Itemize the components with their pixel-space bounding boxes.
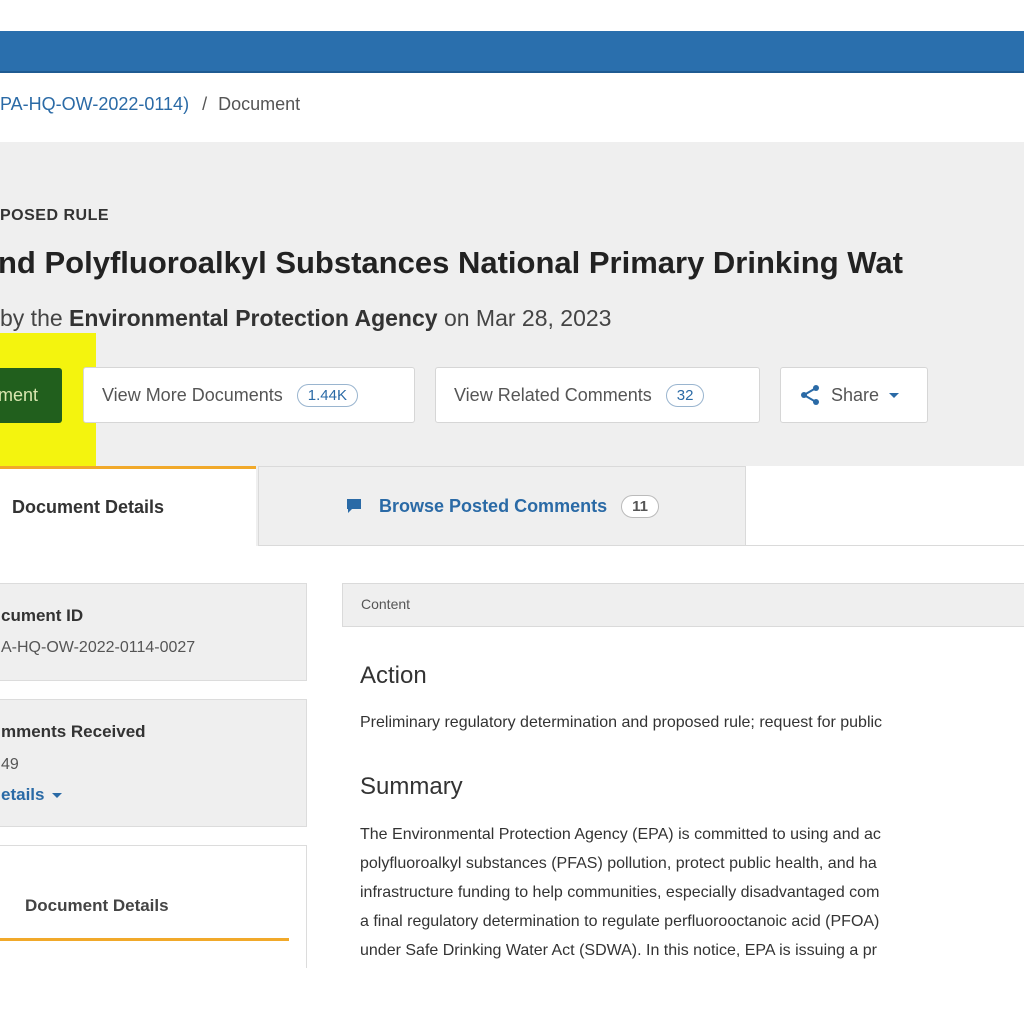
content-panel-header: Content [342,583,1024,627]
top-navigation-bar [0,31,1024,73]
action-heading: Action [360,662,427,689]
summary-heading: Summary [360,773,463,800]
document-id-value: A-HQ-OW-2022-0114-0027 [1,639,196,656]
agency-name: Environmental Protection Agency [69,305,438,331]
document-byline: by the Environmental Protection Agency o… [0,305,611,332]
byline-prefix: by the [0,305,63,331]
active-tab-pointer [62,533,90,547]
summary-paragraph: The Environmental Protection Agency (EPA… [360,820,881,965]
bottom-crop-area [0,968,1024,1024]
tab-document-details-label: Document Details [12,497,165,517]
comment-icon [345,497,363,515]
related-comments-count-badge: 32 [665,383,705,407]
byline-on: on [443,305,470,331]
posted-comments-count-badge: 11 [621,494,659,518]
comments-received-label: mments Received [1,722,146,741]
summary-line: polyfluoroalkyl substances (PFAS) pollut… [360,855,877,872]
tab-browse-posted-comments[interactable]: Browse Posted Comments 11 [258,466,746,546]
content-header-label: Content [361,596,411,612]
summary-line: infrastructure funding to help communiti… [360,884,880,901]
document-type-label: POSED RULE [0,207,110,224]
page-title: nd Polyfluoroalkyl Substances National P… [0,245,903,280]
breadcrumb-current: Document [218,94,301,114]
tab-bar-empty-area [746,466,1024,546]
comment-button-label: ment [0,385,39,405]
caret-down-icon [52,792,63,798]
details-tab-underline [0,938,289,941]
posted-date: Mar 28, 2023 [475,305,612,331]
summary-line: a final regulatory determination to regu… [360,913,880,930]
share-label: Share [831,384,880,405]
document-id-card: cument ID A-HQ-OW-2022-0114-0027 [0,583,307,681]
share-icon [799,384,821,406]
tab-document-details[interactable]: Document Details [0,466,256,546]
summary-line: under Safe Drinking Water Act (SDWA). In… [360,942,877,959]
details-tab-label[interactable]: Document Details [25,896,169,916]
document-id-label: cument ID [1,606,84,625]
view-related-comments-label: View Related Comments [454,384,652,405]
comments-received-card: mments Received 49 etails [0,699,307,827]
share-button[interactable]: Share [780,367,928,423]
breadcrumb-separator: / [202,94,208,114]
tab-browse-comments-label: Browse Posted Comments [379,495,608,516]
details-tab-card: Document Details [0,845,307,975]
summary-line: The Environmental Protection Agency (EPA… [360,826,881,843]
comments-received-value: 49 [1,756,19,773]
action-text: Preliminary regulatory determination and… [360,714,883,731]
view-details-toggle[interactable]: etails [1,785,63,805]
comment-button[interactable]: ment [0,368,62,423]
breadcrumb: PA-HQ-OW-2022-0114) / Document [0,94,300,118]
breadcrumb-docket-link[interactable]: PA-HQ-OW-2022-0114) [0,94,189,114]
documents-count-badge: 1.44K [296,383,358,407]
view-more-documents-button[interactable]: View More Documents 1.44K [83,367,415,423]
view-related-comments-button[interactable]: View Related Comments 32 [435,367,760,423]
view-details-label: etails [1,785,45,804]
view-more-documents-label: View More Documents [102,384,283,405]
caret-down-icon [889,392,900,398]
